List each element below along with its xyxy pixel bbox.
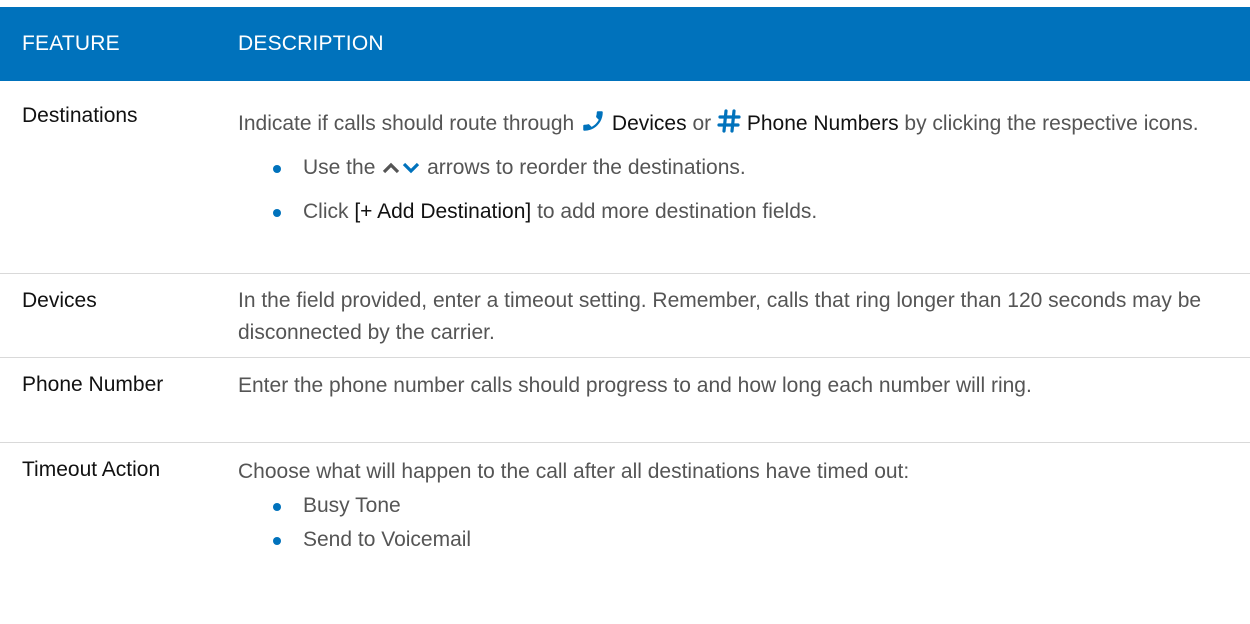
description-text: Choose what will happen to the call afte… xyxy=(238,460,910,483)
list-item: Send to Voicemail xyxy=(273,524,1210,556)
bullet-text: Use the xyxy=(303,156,376,179)
phone-icon xyxy=(580,108,606,144)
table-row: Devices In the field provided, enter a t… xyxy=(0,274,1250,358)
hash-icon xyxy=(717,108,741,144)
bullet-text: arrows to reorder the destinations. xyxy=(427,156,746,179)
option-list: Busy Tone Send to Voicemail xyxy=(238,490,1210,556)
bullet-text: Click xyxy=(303,200,349,223)
devices-label: Devices xyxy=(611,112,687,135)
header-description: DESCRIPTION xyxy=(238,32,384,55)
list-item: Click [+ Add Destination] to add more de… xyxy=(273,196,1210,228)
description-cell: In the field provided, enter a timeout s… xyxy=(238,289,1202,344)
bullet-text: to add more destination fields. xyxy=(537,200,818,223)
description-cell: Choose what will happen to the call afte… xyxy=(238,443,1250,623)
desc-text: by clicking the respective icons. xyxy=(904,112,1199,135)
feature-cell: Destinations xyxy=(22,104,138,127)
description-cell: Indicate if calls should route through D… xyxy=(238,81,1250,273)
table-row: Destinations Indicate if calls should ro… xyxy=(0,81,1250,274)
table-header: FEATURE DESCRIPTION xyxy=(0,7,1250,81)
bullet-list: Use the arrows to reorder the destinatio… xyxy=(238,152,1210,228)
or-text: or xyxy=(692,112,712,135)
chevron-up-icon xyxy=(381,156,401,188)
description-cell: Enter the phone number calls should prog… xyxy=(238,374,1032,397)
feature-cell: Timeout Action xyxy=(22,458,161,481)
chevron-down-icon xyxy=(401,156,421,188)
header-feature: FEATURE xyxy=(22,32,120,55)
feature-cell: Devices xyxy=(22,289,97,312)
table-row: Timeout Action Choose what will happen t… xyxy=(0,443,1250,623)
feature-table: FEATURE DESCRIPTION Destinations Indicat… xyxy=(0,7,1250,623)
add-destination-label: [+ Add Destination] xyxy=(354,200,532,223)
table-row: Phone Number Enter the phone number call… xyxy=(0,358,1250,443)
feature-cell: Phone Number xyxy=(22,373,164,396)
description-text: Indicate if calls should route through D… xyxy=(238,108,1210,144)
desc-text: Indicate if calls should route through xyxy=(238,112,575,135)
phone-numbers-label: Phone Numbers xyxy=(746,112,899,135)
list-item: Use the arrows to reorder the destinatio… xyxy=(273,152,1210,188)
list-item: Busy Tone xyxy=(273,490,1210,522)
